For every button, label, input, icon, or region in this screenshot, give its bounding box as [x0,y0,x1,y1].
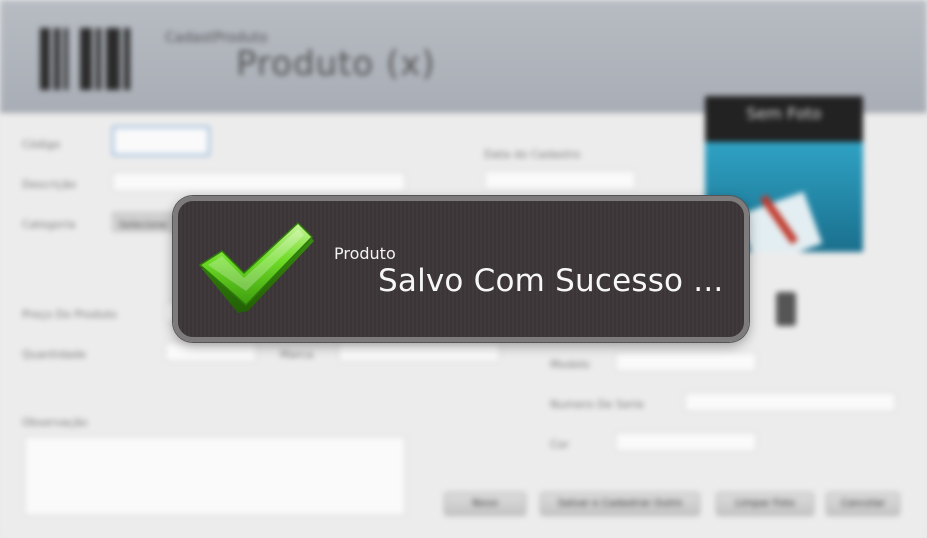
quantidade-input[interactable] [165,342,257,362]
descricao-label: Descrição [22,178,77,191]
data-cadastro-input[interactable] [484,170,636,190]
quantidade-label: Quantidade [22,348,87,361]
barcode-icon [40,28,132,90]
modelo-label: Modelo [550,358,590,371]
novo-button[interactable]: Novo [444,492,526,516]
numero-serie-label: Numero De Serie [550,398,645,411]
toast-caption: Produto [334,244,396,263]
success-toast: Produto Salvo Com Sucesso ... [173,196,749,342]
limpar-foto-button[interactable]: Limpar Foto [716,492,814,516]
observacao-label: Observação [22,416,88,429]
checkmark-icon [199,222,314,313]
data-cadastro-label: Data do Cadastro [484,148,581,161]
marca-input[interactable] [338,342,500,362]
observacao-textarea[interactable] [24,436,406,516]
photo-placeholder-label: Sem Foto [746,104,822,123]
modelo-input[interactable] [615,352,757,372]
page-title: Produto (x) [236,44,436,84]
codigo-input[interactable] [112,126,210,156]
categoria-label: Categoria [22,218,76,231]
marca-label: Marca [280,348,314,361]
attachment-icon[interactable] [776,292,796,326]
cor-input[interactable] [615,432,757,452]
salvar-cadastrar-button[interactable]: Salvar e Cadastrar Outro [540,492,700,516]
cor-label: Cor [550,438,569,451]
cancelar-button[interactable]: Cancelar [826,492,900,516]
preco-label: Preço Do Produto [22,308,117,321]
categoria-select-value: Selecione [119,220,168,231]
descricao-input[interactable] [112,172,406,192]
toast-message: Salvo Com Sucesso ... [378,263,724,299]
numero-serie-input[interactable] [684,392,896,412]
codigo-label: Código [22,138,61,151]
